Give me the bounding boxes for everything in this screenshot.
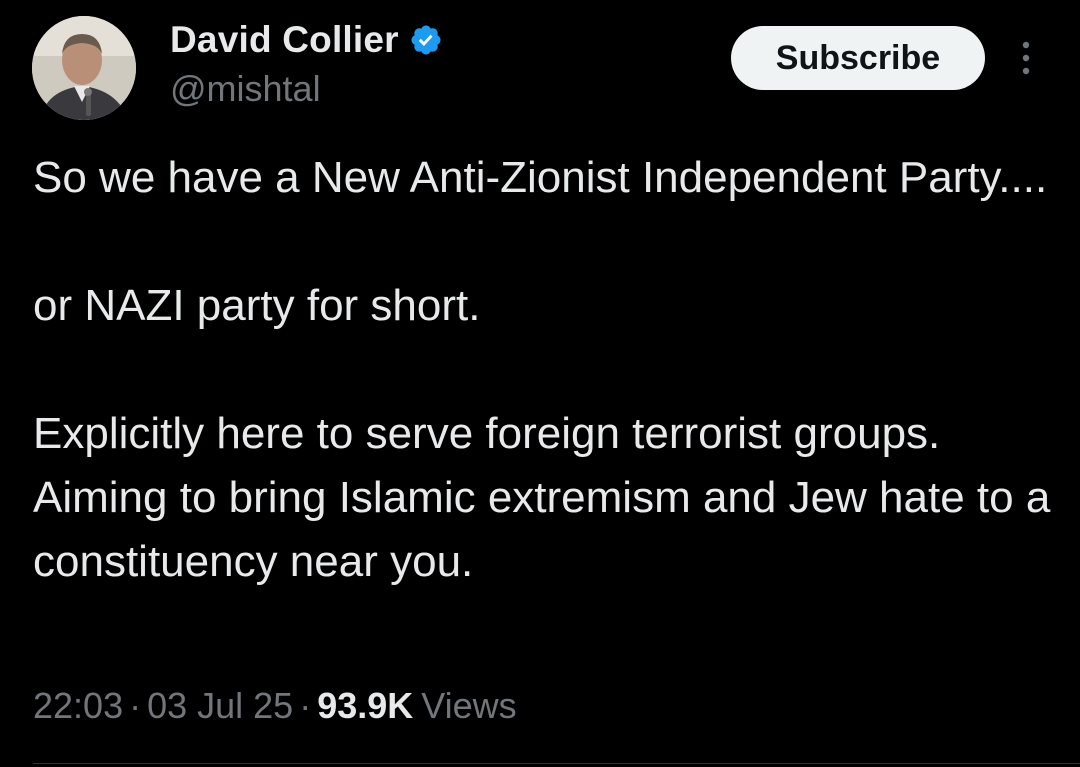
verified-badge-icon[interactable] [409, 23, 443, 57]
subscribe-button[interactable]: Subscribe [731, 26, 985, 90]
tweet-text: So we have a New Anti-Zionist Independen… [33, 146, 1063, 594]
author-display-name[interactable]: David Collier [170, 19, 399, 61]
tweet-date[interactable]: 03 Jul 25 [147, 685, 293, 726]
tweet-paragraph: Explicitly here to serve foreign terrori… [33, 409, 1051, 586]
more-vertical-icon[interactable] [1010, 38, 1042, 78]
tweet-time[interactable]: 22:03 [33, 685, 123, 726]
author-handle[interactable]: @mishtal [170, 68, 321, 110]
views-label: Views [421, 685, 517, 726]
avatar-photo [32, 16, 136, 120]
author-name-row: David Collier [170, 18, 443, 62]
separator-dot: · [299, 685, 312, 726]
avatar[interactable] [32, 16, 136, 120]
tweet-paragraph: So we have a New Anti-Zionist Independen… [33, 153, 1048, 202]
separator-dot: · [129, 685, 142, 726]
tweet-metadata: 22:03 · 03 Jul 25 · 93.9K Views [33, 682, 517, 730]
divider [33, 763, 1080, 764]
tweet-paragraph: or NAZI party for short. [33, 281, 481, 330]
tweet-card: David Collier @mishtal Subscribe So we h… [0, 0, 1080, 767]
views-count[interactable]: 93.9K [317, 685, 413, 726]
